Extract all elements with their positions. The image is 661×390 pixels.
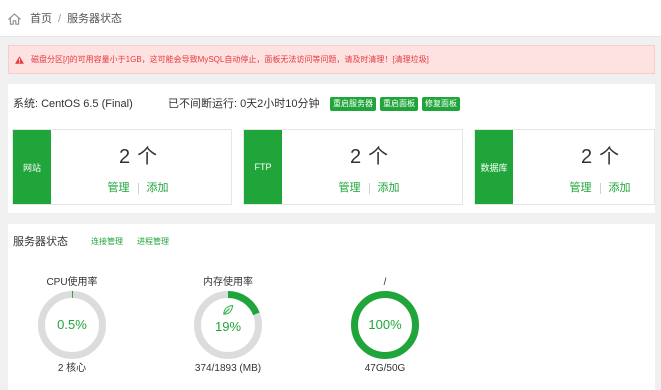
link-divider (137, 182, 139, 194)
gauge-label: 内存使用率 (203, 277, 253, 288)
alert-text: 磁盘分区[/]的可用容量小于1GB，这可能会导致MySQL自动停止，面板无法访问… (31, 46, 429, 73)
clean-junk-link[interactable]: [清理垃圾] (392, 55, 428, 64)
breadcrumb-home-link[interactable]: 首页 (8, 12, 52, 26)
card-count: 2个 (282, 145, 456, 169)
gauge-detail: 374/1893 (MB) (194, 363, 262, 374)
system-value: CentOS 6.5 (Final) (41, 98, 133, 110)
card-database: 数据库 2个 管理 添加 (474, 129, 655, 205)
uptime-label: 已不间断运行: (168, 98, 238, 110)
card-count: 2个 (51, 145, 225, 169)
server-status-section: 服务器状态 连接管理 进程管理 CPU使用率 0.5% 2 核心 内存使用率 1… (8, 224, 655, 390)
gauge-value: 100% (368, 317, 402, 332)
disk-warning-alert: 磁盘分区[/]的可用容量小于1GB，这可能会导致MySQL自动停止，面板无法访问… (8, 45, 655, 74)
system-label: 系统: (13, 98, 39, 110)
gauge-value: 19% (214, 319, 242, 334)
breadcrumb-current: 服务器状态 (67, 13, 123, 25)
card-links: 管理 添加 (282, 181, 456, 195)
card-label: 网站 (22, 162, 41, 173)
restart-panel-button[interactable]: 重启面板 (380, 97, 418, 111)
card-count-value: 2 (349, 146, 362, 168)
card-content: 2个 管理 添加 (513, 130, 654, 204)
restart-server-button[interactable]: 重启服务器 (330, 97, 376, 111)
gauge-value: 0.5% (57, 317, 87, 332)
overview-panel: 系统: CentOS 6.5 (Final) 已不间断运行: 0天2小时10分钟 重… (8, 84, 655, 213)
ftp-add-link[interactable]: 添加 (378, 181, 400, 195)
home-icon[interactable] (8, 13, 21, 25)
card-content: 2个 管理 添加 (51, 130, 225, 204)
gauge-label: / (383, 277, 387, 288)
database-add-link[interactable]: 添加 (609, 181, 631, 195)
breadcrumb: 首页 / 服务器状态 (8, 12, 122, 26)
link-divider (599, 182, 601, 194)
connection-manage-link[interactable]: 连接管理 (91, 236, 123, 248)
card-count-unit: 个 (368, 146, 389, 168)
process-manage-link[interactable]: 进程管理 (137, 236, 169, 248)
card-content: 2个 管理 添加 (282, 130, 456, 204)
alert-message: 磁盘分区[/]的可用容量小于1GB，这可能会导致MySQL自动停止，面板无法访问… (31, 55, 393, 64)
card-label-block: 数据库 (475, 130, 513, 204)
card-count-unit: 个 (599, 146, 620, 168)
card-count-value: 2 (580, 146, 593, 168)
cpu-gauge: CPU使用率 0.5% 2 核心 (17, 274, 127, 384)
card-count-value: 2 (118, 146, 131, 168)
card-label: FTP (254, 162, 272, 172)
warning-icon (15, 56, 24, 64)
disk-gauge: / 100% 47G/50G (330, 274, 440, 384)
leaf-icon[interactable] (222, 304, 234, 316)
uptime-value: 0天2小时10分钟 (240, 98, 320, 110)
card-count-unit: 个 (137, 146, 158, 168)
link-divider (368, 182, 370, 194)
website-manage-link[interactable]: 管理 (108, 181, 130, 195)
card-links: 管理 添加 (51, 181, 225, 195)
gauge-detail: 2 核心 (57, 363, 87, 374)
gauge-detail: 47G/50G (364, 363, 406, 374)
card-website: 网站 2个 管理 添加 (12, 129, 232, 205)
card-label-block: 网站 (13, 130, 51, 204)
card-count: 2个 (513, 145, 654, 169)
card-label: 数据库 (480, 162, 508, 173)
gauge-label: CPU使用率 (46, 277, 98, 288)
breadcrumb-separator: / (58, 13, 62, 25)
system-actions: 重启服务器 重启面板 修复面板 (330, 97, 464, 111)
system-info: 系统: CentOS 6.5 (Final) (13, 97, 133, 111)
card-links: 管理 添加 (513, 181, 654, 195)
top-bar: 首页 / 服务器状态 (0, 0, 661, 37)
database-manage-link[interactable]: 管理 (570, 181, 592, 195)
website-add-link[interactable]: 添加 (147, 181, 169, 195)
card-ftp: FTP 2个 管理 添加 (243, 129, 463, 205)
uptime-info: 已不间断运行: 0天2小时10分钟 (168, 97, 320, 111)
breadcrumb-home-label[interactable]: 首页 (30, 12, 52, 26)
card-label-block: FTP (244, 130, 282, 204)
repair-panel-button[interactable]: 修复面板 (422, 97, 460, 111)
memory-gauge: 内存使用率 19% 374/1893 (MB) (173, 274, 283, 384)
section-title: 服务器状态 (13, 236, 68, 248)
ftp-manage-link[interactable]: 管理 (339, 181, 361, 195)
